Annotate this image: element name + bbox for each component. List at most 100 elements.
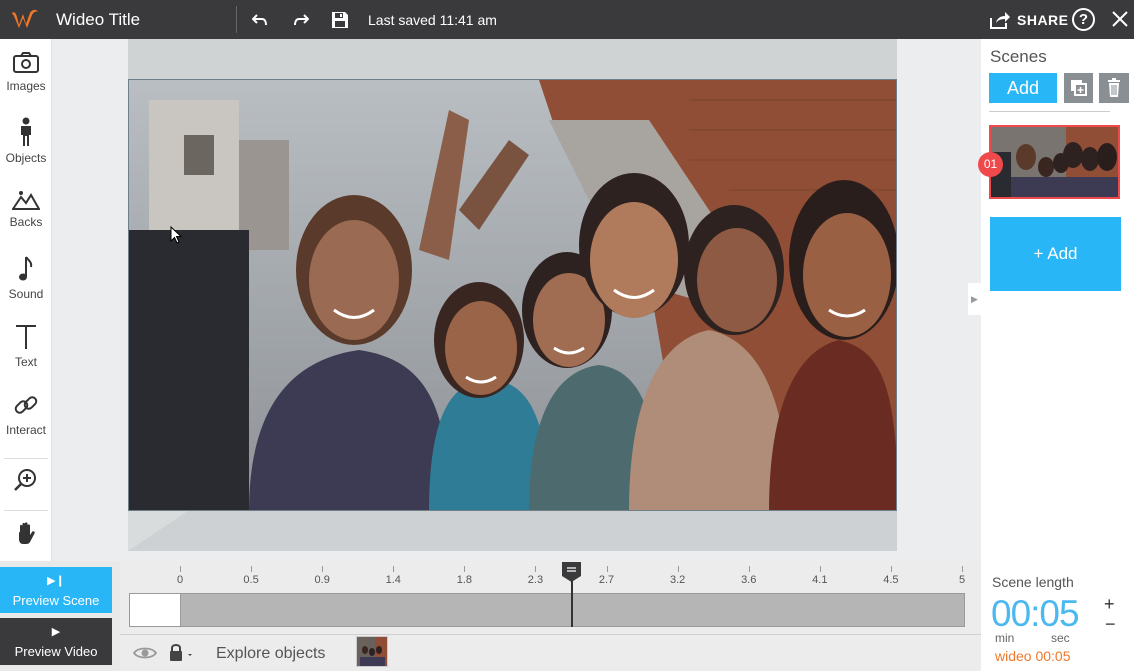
visibility-toggle[interactable] [130,639,160,667]
add-scene-button[interactable]: Add [989,73,1057,103]
timeline-tick-label: 0 [176,574,184,586]
left-toolbar: Images Objects Backs Sound Text Interact [0,39,52,561]
text-icon [16,325,36,349]
tool-label: Interact [5,423,47,437]
timeline-tick-label: 2.7 [598,574,615,586]
timeline-track[interactable] [129,593,965,627]
collapse-panel-arrow[interactable]: ▶ [968,283,981,315]
scene-length-title: Scene length [992,574,1074,590]
tool-backs[interactable]: Backs [0,175,52,243]
timeline-tick [251,566,253,572]
tool-images[interactable]: Images [0,39,52,107]
stage-area [52,39,981,561]
timeline-tick-label: 1.8 [456,574,472,586]
timeline-tick [606,566,608,572]
wideo-total-length: wideo 00:05 [995,648,1071,664]
tool-label: Objects [5,151,47,165]
timeline-tick [464,566,466,572]
timeline-tick [890,566,892,572]
play-to-end-icon: ▶❙ [47,575,65,587]
timeline-tick [322,566,324,572]
children-photo[interactable] [129,80,897,511]
object-thumbnail[interactable] [356,636,388,667]
timeline-tick [393,566,395,572]
timeline-tick-label: 1.4 [385,574,401,586]
top-bar: Wideo Title Last saved 11:41 am SHARE ? [0,0,1134,39]
zoom-in-icon [14,469,36,491]
scenes-title: Scenes [990,47,1047,66]
toolbar-divider [4,510,48,511]
scene-thumbnail-01[interactable] [989,125,1120,199]
duplicate-icon [1071,80,1087,96]
timeline-tick-label: 0.9 [314,574,330,586]
lock-icon [170,644,192,661]
share-label: SHARE [1017,12,1069,28]
timeline-tick-label: 5 [958,574,966,586]
scenes-divider [989,111,1110,112]
tool-label: Backs [9,215,43,229]
tool-interact[interactable]: Interact [0,379,52,447]
mountain-icon [12,191,40,210]
timeline-tick [180,566,181,572]
scene-length-panel: Scene length 00:05 + − min sec wideo 00:… [981,561,1134,671]
timeline-tick-label: 2.3 [527,574,544,586]
hand-icon [19,522,35,544]
wideo-title[interactable]: Wideo Title [56,10,140,30]
preview-scene-button[interactable]: ▶❙ Preview Scene [0,567,112,613]
timeline-tick-label: 4.5 [883,574,899,586]
tool-sound[interactable]: Sound [0,243,52,311]
link-icon [14,396,38,414]
undo-icon[interactable] [249,9,271,31]
tool-objects[interactable]: Objects [0,107,52,175]
timeline-tick-label: 0.5 [243,574,259,586]
timeline: 0 0.5 0.9 1.4 1.8 2.3 2.7 3.2 3.6 4.1 4.5 5 Explore… [120,561,981,671]
tool-label: Text [14,355,37,369]
add-scene-large-button[interactable]: + Add [990,217,1121,291]
tool-label: Sound [8,287,44,301]
scene-number-badge: 01 [978,152,1003,177]
share-button[interactable]: SHARE [989,8,1069,32]
explore-objects-link[interactable]: Explore objects [216,645,325,663]
hand-tool[interactable] [0,515,52,559]
save-status: Last saved 11:41 am [368,12,497,28]
timeline-tick [962,566,963,572]
music-note-icon [19,256,33,281]
playhead-line [571,579,573,627]
wideo-logo[interactable] [10,7,40,31]
trash-icon [1108,78,1120,97]
mouse-cursor [170,226,182,244]
delete-scene-button[interactable] [1099,73,1129,103]
timeline-tick [535,566,537,572]
scene-canvas[interactable] [128,79,897,511]
timeline-track-start [130,594,181,626]
timeline-tick [748,566,750,572]
scene-length-value[interactable]: 00:05 [991,593,1080,635]
lock-dropdown[interactable] [164,639,198,667]
preview-scene-label: Preview Scene [12,593,100,608]
play-icon: ▶ [51,626,61,638]
zoom-tool[interactable] [0,463,52,507]
seconds-label: sec [1051,631,1070,645]
tool-label: Images [6,79,46,93]
person-icon [21,117,31,146]
decrease-length-button[interactable]: − [1105,614,1116,635]
save-icon[interactable] [329,9,351,31]
redo-icon[interactable] [290,9,312,31]
minutes-label: min [995,631,1015,645]
eye-icon [132,647,158,659]
timeline-tick-label: 3.6 [741,574,757,586]
share-icon [990,12,1010,29]
playhead-handle[interactable] [561,561,582,583]
timeline-divider [120,634,981,635]
increase-length-button[interactable]: + [1104,594,1115,615]
close-icon[interactable] [1110,9,1130,29]
duplicate-scene-button[interactable] [1064,73,1093,103]
timeline-tick [677,566,679,572]
scenes-panel: ▶ Scenes Add 01 + Add [968,39,1134,561]
preview-video-button[interactable]: ▶ Preview Video [0,618,112,665]
timeline-tick-label: 4.1 [812,574,828,586]
tool-text[interactable]: Text [0,311,52,379]
timeline-tick-label: 3.2 [669,574,686,586]
header-divider [236,6,237,33]
help-icon[interactable]: ? [1072,8,1095,31]
